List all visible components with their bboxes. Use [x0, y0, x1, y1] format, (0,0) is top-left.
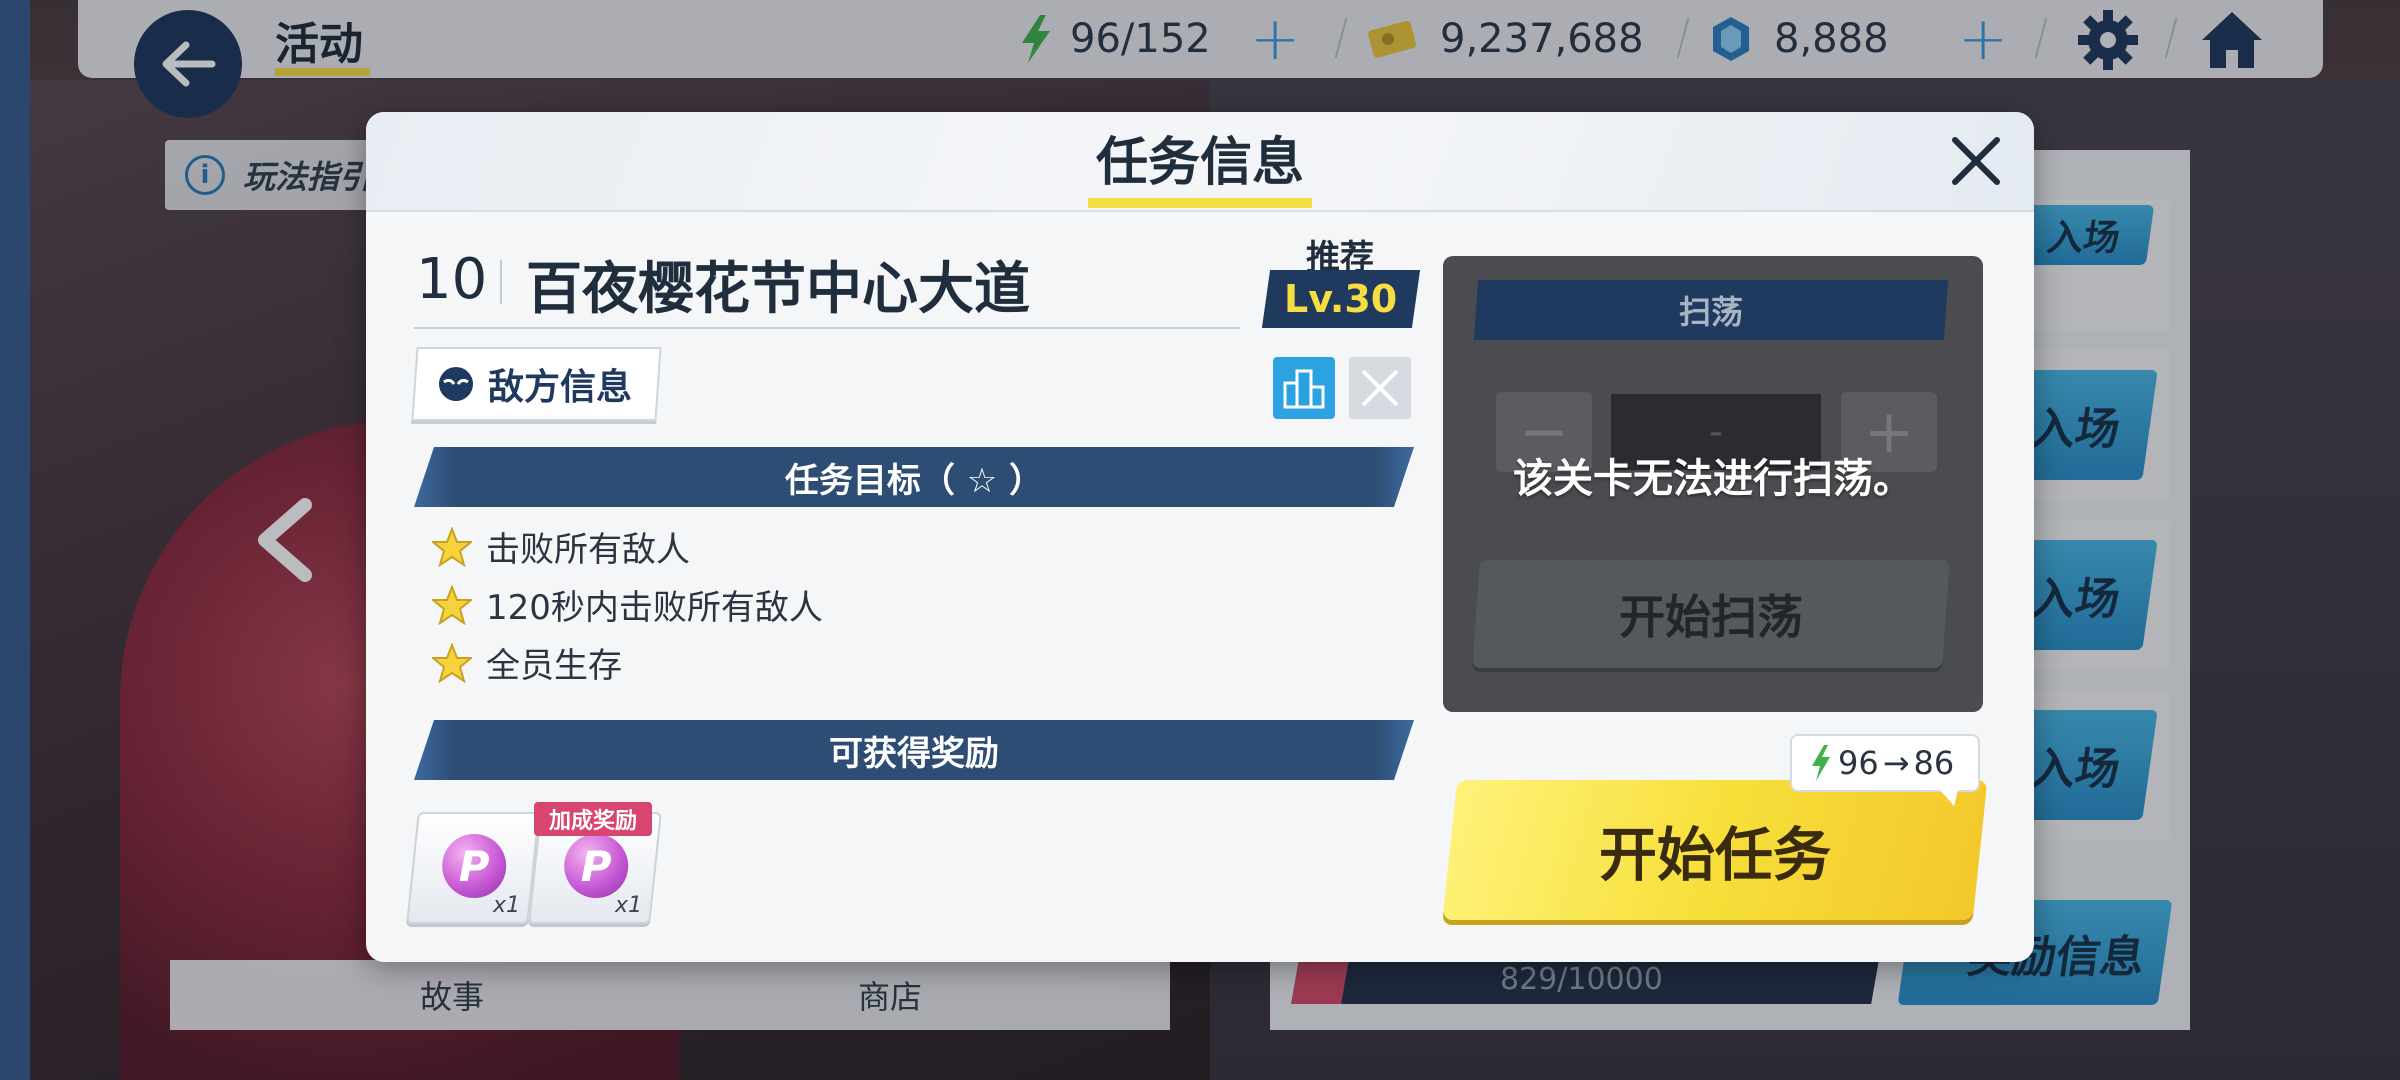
ap-from: 96: [1838, 744, 1879, 782]
close-icon: [1361, 369, 1399, 407]
objectives-header-label: 任务目标（ ☆ ）: [784, 460, 1044, 501]
mission-info-dialog: 任务信息 10 百夜樱花节中心大道 推荐 Lv.30 敌方信息 任务目标（ ☆ …: [366, 112, 2034, 962]
p-coin-icon: P: [442, 834, 507, 898]
ap-to: 86: [1913, 744, 1955, 782]
stage-number: 10: [416, 247, 488, 312]
reward-item[interactable]: P x1: [406, 812, 540, 924]
star-icon: [432, 584, 472, 625]
recommend-level-badge: Lv.30: [1261, 270, 1421, 328]
reward-qty: x1: [615, 893, 643, 918]
star-icon: [432, 526, 472, 567]
stage-name: 百夜樱花节中心大道: [526, 257, 1030, 322]
start-mission-label: 开始任务: [1598, 821, 1831, 889]
enemy-info-label: 敌方信息: [488, 367, 633, 408]
sweep-unavailable-message: 该关卡无法进行扫荡。: [1513, 456, 1913, 502]
enemy-mask-icon: [439, 367, 473, 401]
enemy-info-button[interactable]: 敌方信息: [411, 347, 662, 421]
dialog-title-underline: [1088, 198, 1312, 208]
divider: [414, 327, 1240, 329]
rewards-header-label: 可获得奖励: [829, 733, 999, 774]
reward-qty: x1: [493, 893, 521, 918]
start-sweep-button: 开始扫荡: [1472, 560, 1950, 668]
objective-text: 全员生存: [486, 646, 622, 686]
terrain-urban-button[interactable]: [1273, 357, 1335, 419]
rewards-header: 可获得奖励: [414, 720, 1414, 780]
start-sweep-label: 开始扫荡: [1619, 590, 1803, 644]
objectives-header: 任务目标（ ☆ ）: [414, 447, 1414, 507]
close-icon[interactable]: [1941, 126, 2011, 196]
ap-cost-bubble: 96 → 86: [1790, 734, 1980, 806]
arrow-right-icon: →: [1882, 744, 1910, 782]
start-mission-button[interactable]: 开始任务: [1442, 780, 1988, 920]
p-coin-icon: P: [564, 834, 629, 898]
terrain-unavailable: [1349, 357, 1411, 419]
dialog-title: 任务信息: [1095, 133, 1304, 193]
sweep-title: 扫荡: [1678, 293, 1743, 331]
objective-item: 全员生存: [432, 638, 622, 687]
recommend-level: Lv.30: [1284, 277, 1398, 321]
objective-item: 120秒内击败所有敌人: [432, 580, 823, 629]
objective-text: 击败所有敌人: [486, 530, 690, 570]
lightning-icon: [1812, 745, 1830, 781]
sweep-title-bar: 扫荡: [1473, 280, 1949, 340]
bonus-reward-tag: 加成奖励: [534, 802, 652, 836]
building-icon: [1283, 369, 1325, 409]
divider: [500, 260, 502, 304]
star-icon: [432, 642, 472, 683]
objective-text: 120秒内击败所有敌人: [486, 588, 823, 628]
objective-item: 击败所有敌人: [432, 522, 690, 571]
